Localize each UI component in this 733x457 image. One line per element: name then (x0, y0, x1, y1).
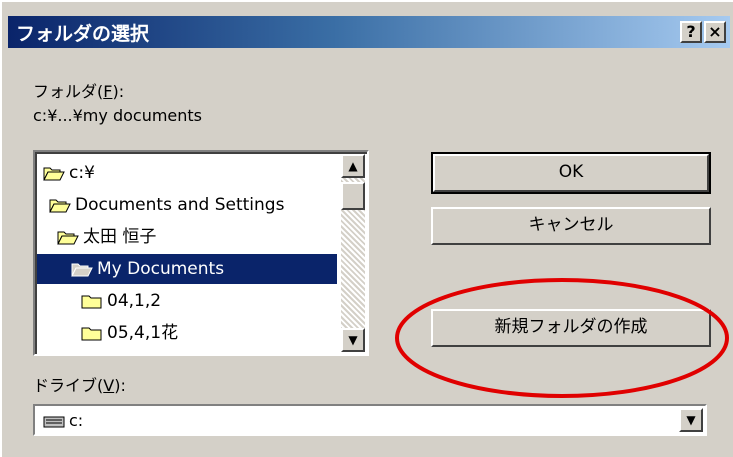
folder-label-prefix: フォルダ( (33, 82, 104, 101)
drive-label: ドライブ(V): (33, 372, 126, 396)
tree-item-root[interactable]: c:¥ (43, 158, 95, 188)
tree-item-user[interactable]: 太田 恒子 (57, 222, 156, 252)
folder-label-suffix: ): (112, 82, 125, 101)
drive-select-value: c: (43, 410, 83, 432)
scroll-thumb[interactable] (341, 182, 365, 210)
tree-scrollbar[interactable]: ▲ ▼ (341, 154, 365, 352)
drive-label-suffix: ): (114, 376, 126, 395)
scroll-down-button[interactable]: ▼ (341, 328, 365, 352)
new-folder-button[interactable]: 新規フォルダの作成 (431, 309, 711, 347)
drive-value: c: (69, 411, 84, 430)
folder-label: フォルダ(F): (33, 78, 124, 102)
folder-path: c:¥...¥my documents (33, 106, 203, 125)
tree-item-label: My Documents (97, 259, 225, 279)
ok-button[interactable]: OK (431, 152, 711, 194)
window-title: フォルダの選択 (16, 23, 150, 45)
folder-select-dialog: フォルダの選択 ? × フォルダ(F): c:¥...¥my documents… (0, 0, 733, 457)
folder-open-icon (43, 167, 65, 181)
folder-open-icon (71, 263, 93, 277)
scroll-up-button[interactable]: ▲ (341, 154, 365, 178)
tree-item-label: Documents and Settings (75, 195, 285, 215)
drive-icon (43, 416, 65, 427)
folder-tree[interactable]: c:¥ Documents and Settings 太田 恒子 My Docu… (33, 150, 369, 356)
folder-open-icon (49, 199, 71, 213)
tree-item-my-documents[interactable]: My Documents (37, 254, 337, 284)
chevron-down-icon[interactable]: ▼ (679, 408, 703, 432)
tree-item-label: 04,1,2 (107, 291, 162, 311)
drive-label-accesskey: V (103, 376, 115, 395)
drive-label-prefix: ドライブ( (33, 376, 104, 395)
close-button[interactable]: × (704, 21, 726, 43)
title-bar[interactable]: フォルダの選択 ? × (8, 16, 730, 48)
folder-closed-icon (81, 327, 102, 341)
folder-closed-icon (81, 295, 102, 309)
folder-open-icon (57, 231, 79, 245)
tree-item-label: c:¥ (69, 163, 95, 183)
drive-select[interactable]: c: ▼ (33, 404, 707, 436)
tree-item-folder-05[interactable]: 05,4,1花 (81, 318, 178, 348)
tree-item-folder-04[interactable]: 04,1,2 (81, 286, 161, 316)
tree-item-label: 05,4,1花 (107, 323, 179, 343)
help-button[interactable]: ? (680, 21, 702, 43)
tree-item-label: 太田 恒子 (83, 227, 157, 247)
tree-item-documents-and-settings[interactable]: Documents and Settings (49, 190, 284, 220)
cancel-button[interactable]: キャンセル (431, 207, 711, 245)
